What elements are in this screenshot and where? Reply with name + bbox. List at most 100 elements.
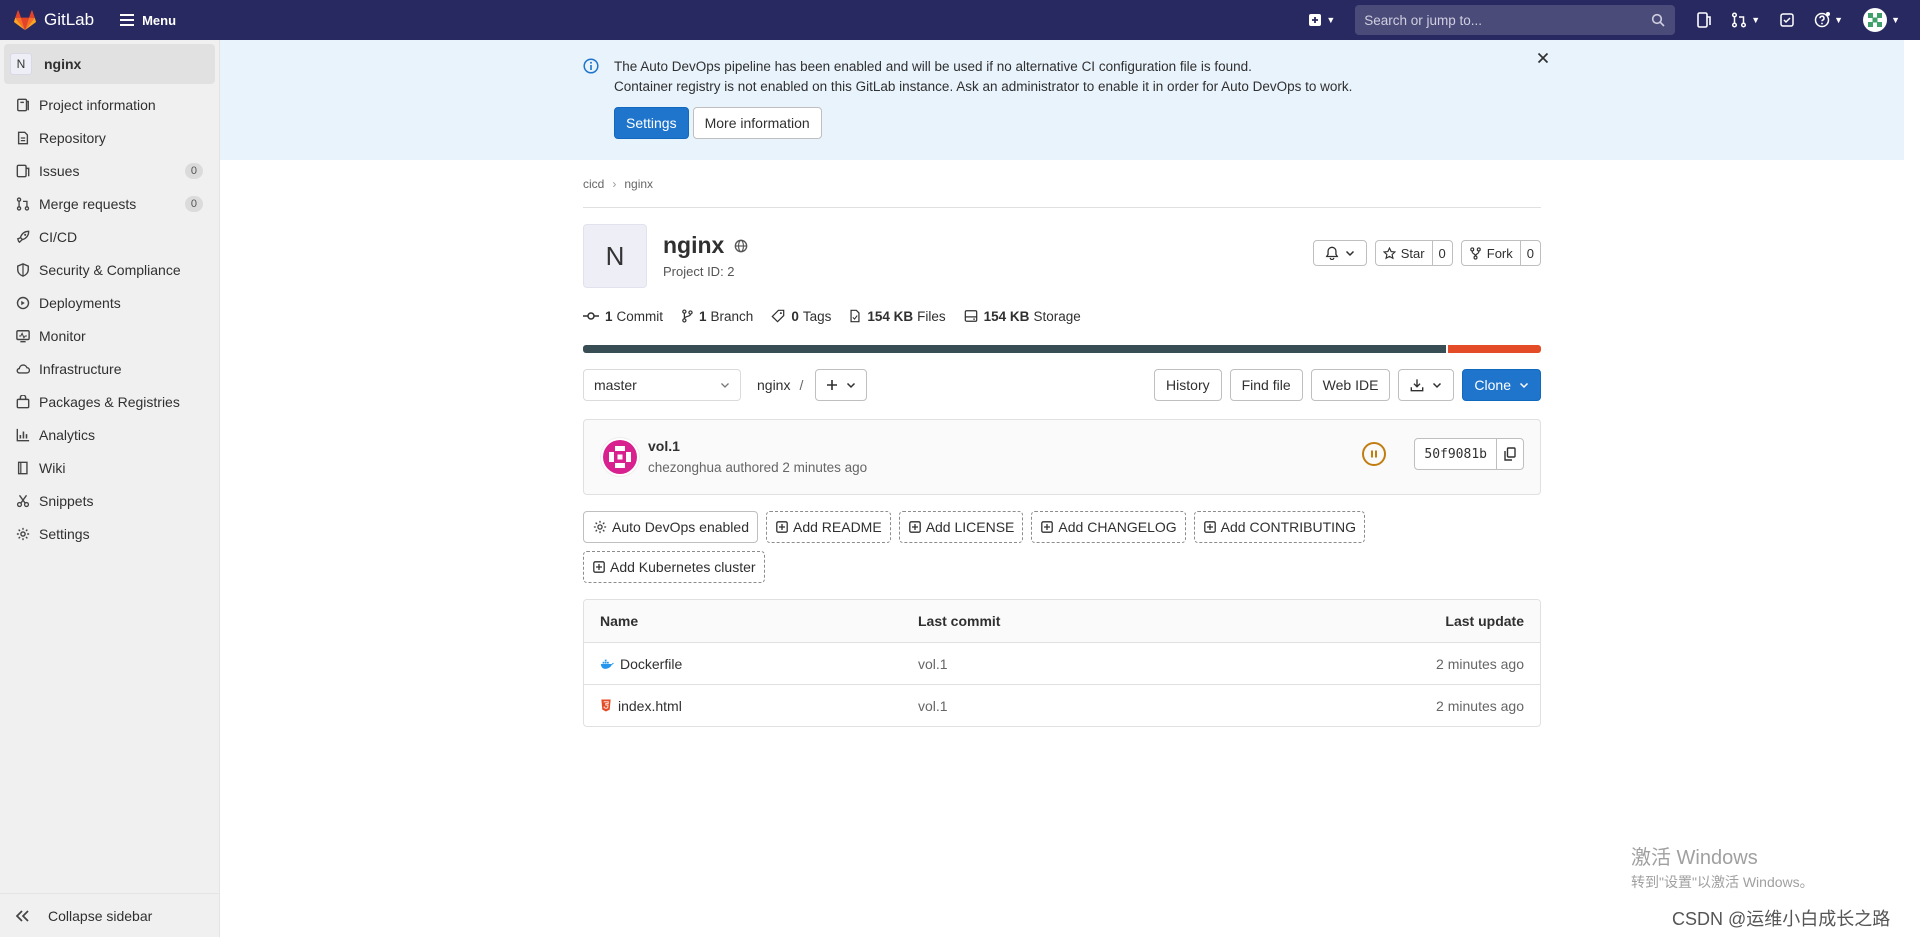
- docker-icon: [600, 659, 614, 669]
- storage-icon: [964, 310, 977, 322]
- table-header-row: Name Last commit Last update: [584, 600, 1540, 642]
- menu-button[interactable]: Menu: [120, 13, 176, 28]
- branch-icon: [682, 309, 693, 323]
- help-dropdown[interactable]: ▼: [1814, 12, 1843, 28]
- star-button[interactable]: Star: [1376, 241, 1432, 265]
- commit-sha[interactable]: 50f9081b: [1415, 439, 1497, 469]
- file-name-cell[interactable]: index.html: [600, 698, 682, 714]
- sidebar-item-deployments[interactable]: Deployments: [0, 286, 219, 319]
- file-name-link[interactable]: index.html: [618, 698, 682, 714]
- alert-body: The Auto DevOps pipeline has been enable…: [583, 57, 1543, 139]
- more-information-button[interactable]: More information: [692, 107, 822, 139]
- sidebar-item-infrastructure[interactable]: Infrastructure: [0, 352, 219, 385]
- alert-actions: Settings More information: [614, 107, 1543, 139]
- notification-dropdown[interactable]: [1312, 240, 1367, 266]
- sidebar-item-merge-requests[interactable]: Merge requests 0: [0, 187, 219, 220]
- sidebar-item-label: Monitor: [39, 327, 86, 344]
- sidebar-item-wiki[interactable]: Wiki: [0, 451, 219, 484]
- breadcrumb-separator-icon: ›: [612, 176, 617, 191]
- stat-files[interactable]: 154 KB Files: [849, 309, 946, 324]
- branches-count: 1: [699, 308, 707, 324]
- search-input[interactable]: Search or jump to...: [1355, 5, 1676, 35]
- fork-button-group[interactable]: Fork 0: [1460, 240, 1541, 266]
- quick-action-label: Add Kubernetes cluster: [610, 559, 756, 575]
- sidebar-item-label: Analytics: [39, 426, 96, 443]
- csdn-watermark: CSDN @运维小白成长之路: [1672, 909, 1891, 929]
- pipeline-status-icon[interactable]: [1362, 442, 1386, 466]
- breadcrumb-project[interactable]: nginx: [624, 177, 653, 191]
- todos-shortcut[interactable]: [1780, 13, 1794, 27]
- commits-label: Commit: [616, 308, 664, 324]
- sidebar-item-settings[interactable]: Settings: [0, 517, 219, 550]
- find-file-button[interactable]: Find file: [1229, 369, 1303, 401]
- history-button[interactable]: History: [1154, 369, 1222, 401]
- sidebar-item-snippets[interactable]: Snippets: [0, 484, 219, 517]
- sidebar-item-repository[interactable]: Repository: [0, 121, 219, 154]
- sidebar-item-project-information[interactable]: Project information: [0, 88, 219, 121]
- table-row[interactable]: Dockerfile vol.1 2 minutes ago: [584, 642, 1540, 684]
- issues-count-badge: 0: [184, 162, 203, 179]
- close-icon[interactable]: [1537, 52, 1549, 64]
- top-navbar: GitLab Menu ▼ Search or jump to... ▼ ▼ ▼: [0, 0, 1920, 40]
- copy-icon: [1504, 447, 1516, 461]
- commit-author-avatar[interactable]: [600, 437, 640, 477]
- chevron-down-icon: [847, 382, 856, 389]
- star-count[interactable]: 0: [1431, 241, 1452, 265]
- sidebar-project-name: nginx: [44, 56, 82, 72]
- add-changelog-button[interactable]: Add CHANGELOG: [1031, 511, 1186, 543]
- chevron-down-icon: [1433, 382, 1442, 389]
- stat-storage[interactable]: 154 KB Storage: [964, 309, 1081, 324]
- breadcrumb-group[interactable]: cicd: [583, 177, 604, 191]
- chevron-down-icon: [1519, 382, 1529, 389]
- sidebar-project-header[interactable]: N nginx: [4, 44, 215, 84]
- project-sidebar: N nginx Project information Repository I…: [0, 40, 220, 937]
- fork-count[interactable]: 0: [1519, 241, 1540, 265]
- language-bar-segment: [1448, 345, 1541, 353]
- stat-tags[interactable]: 0 Tags: [771, 309, 831, 324]
- chevron-down-icon: ▼: [1834, 15, 1844, 25]
- fork-icon: [1469, 246, 1481, 260]
- stat-branches[interactable]: 1 Branch: [681, 309, 753, 324]
- copy-sha-button[interactable]: [1497, 439, 1523, 469]
- collapse-sidebar-button[interactable]: Collapse sidebar: [0, 893, 219, 937]
- commit-title-link[interactable]: vol.1: [648, 438, 680, 454]
- repo-path-link[interactable]: nginx: [757, 377, 790, 393]
- issues-shortcut[interactable]: [1697, 12, 1712, 28]
- add-license-button[interactable]: Add LICENSE: [898, 511, 1024, 543]
- plus-square-icon: [1309, 14, 1322, 26]
- file-last-commit-link[interactable]: vol.1: [918, 698, 948, 714]
- sidebar-item-cicd[interactable]: CI/CD: [0, 220, 219, 253]
- gitlab-logo[interactable]: GitLab: [14, 9, 94, 31]
- column-header-name: Name: [600, 613, 639, 629]
- sidebar-item-monitor[interactable]: Monitor: [0, 319, 219, 352]
- web-ide-button[interactable]: Web IDE: [1310, 369, 1391, 401]
- sidebar-item-label: Repository: [39, 129, 106, 146]
- file-name-cell[interactable]: Dockerfile: [600, 656, 682, 672]
- sidebar-item-packages-registries[interactable]: Packages & Registries: [0, 385, 219, 418]
- fork-button[interactable]: Fork: [1462, 241, 1520, 265]
- user-menu[interactable]: ▼: [1863, 8, 1900, 32]
- sidebar-item-issues[interactable]: Issues 0: [0, 154, 219, 187]
- clone-dropdown[interactable]: Clone: [1462, 369, 1541, 401]
- stat-commits[interactable]: 1 Commit: [583, 309, 663, 324]
- table-row[interactable]: index.html vol.1 2 minutes ago: [584, 684, 1540, 726]
- settings-button[interactable]: Settings: [614, 107, 689, 139]
- plus-icon: [827, 380, 838, 390]
- file-name-link[interactable]: Dockerfile: [620, 656, 682, 672]
- identicon-icon: [603, 440, 637, 474]
- new-dropdown[interactable]: ▼: [1308, 13, 1335, 27]
- add-kubernetes-cluster-button[interactable]: Add Kubernetes cluster: [583, 551, 765, 583]
- auto-devops-enabled-button[interactable]: Auto DevOps enabled: [583, 511, 758, 543]
- pause-icon: [1371, 450, 1377, 458]
- add-readme-button[interactable]: Add README: [765, 511, 891, 543]
- add-contributing-button[interactable]: Add CONTRIBUTING: [1193, 511, 1366, 543]
- file-last-commit-link[interactable]: vol.1: [918, 656, 948, 672]
- branch-dropdown[interactable]: master: [583, 369, 741, 401]
- commit-author-link[interactable]: chezonghua: [648, 460, 722, 475]
- star-button-group[interactable]: Star 0: [1374, 240, 1453, 266]
- sidebar-item-security-compliance[interactable]: Security & Compliance: [0, 253, 219, 286]
- merge-requests-shortcut[interactable]: ▼: [1731, 12, 1760, 28]
- add-to-tree-dropdown[interactable]: [815, 369, 868, 401]
- sidebar-item-analytics[interactable]: Analytics: [0, 418, 219, 451]
- download-dropdown[interactable]: [1398, 369, 1455, 401]
